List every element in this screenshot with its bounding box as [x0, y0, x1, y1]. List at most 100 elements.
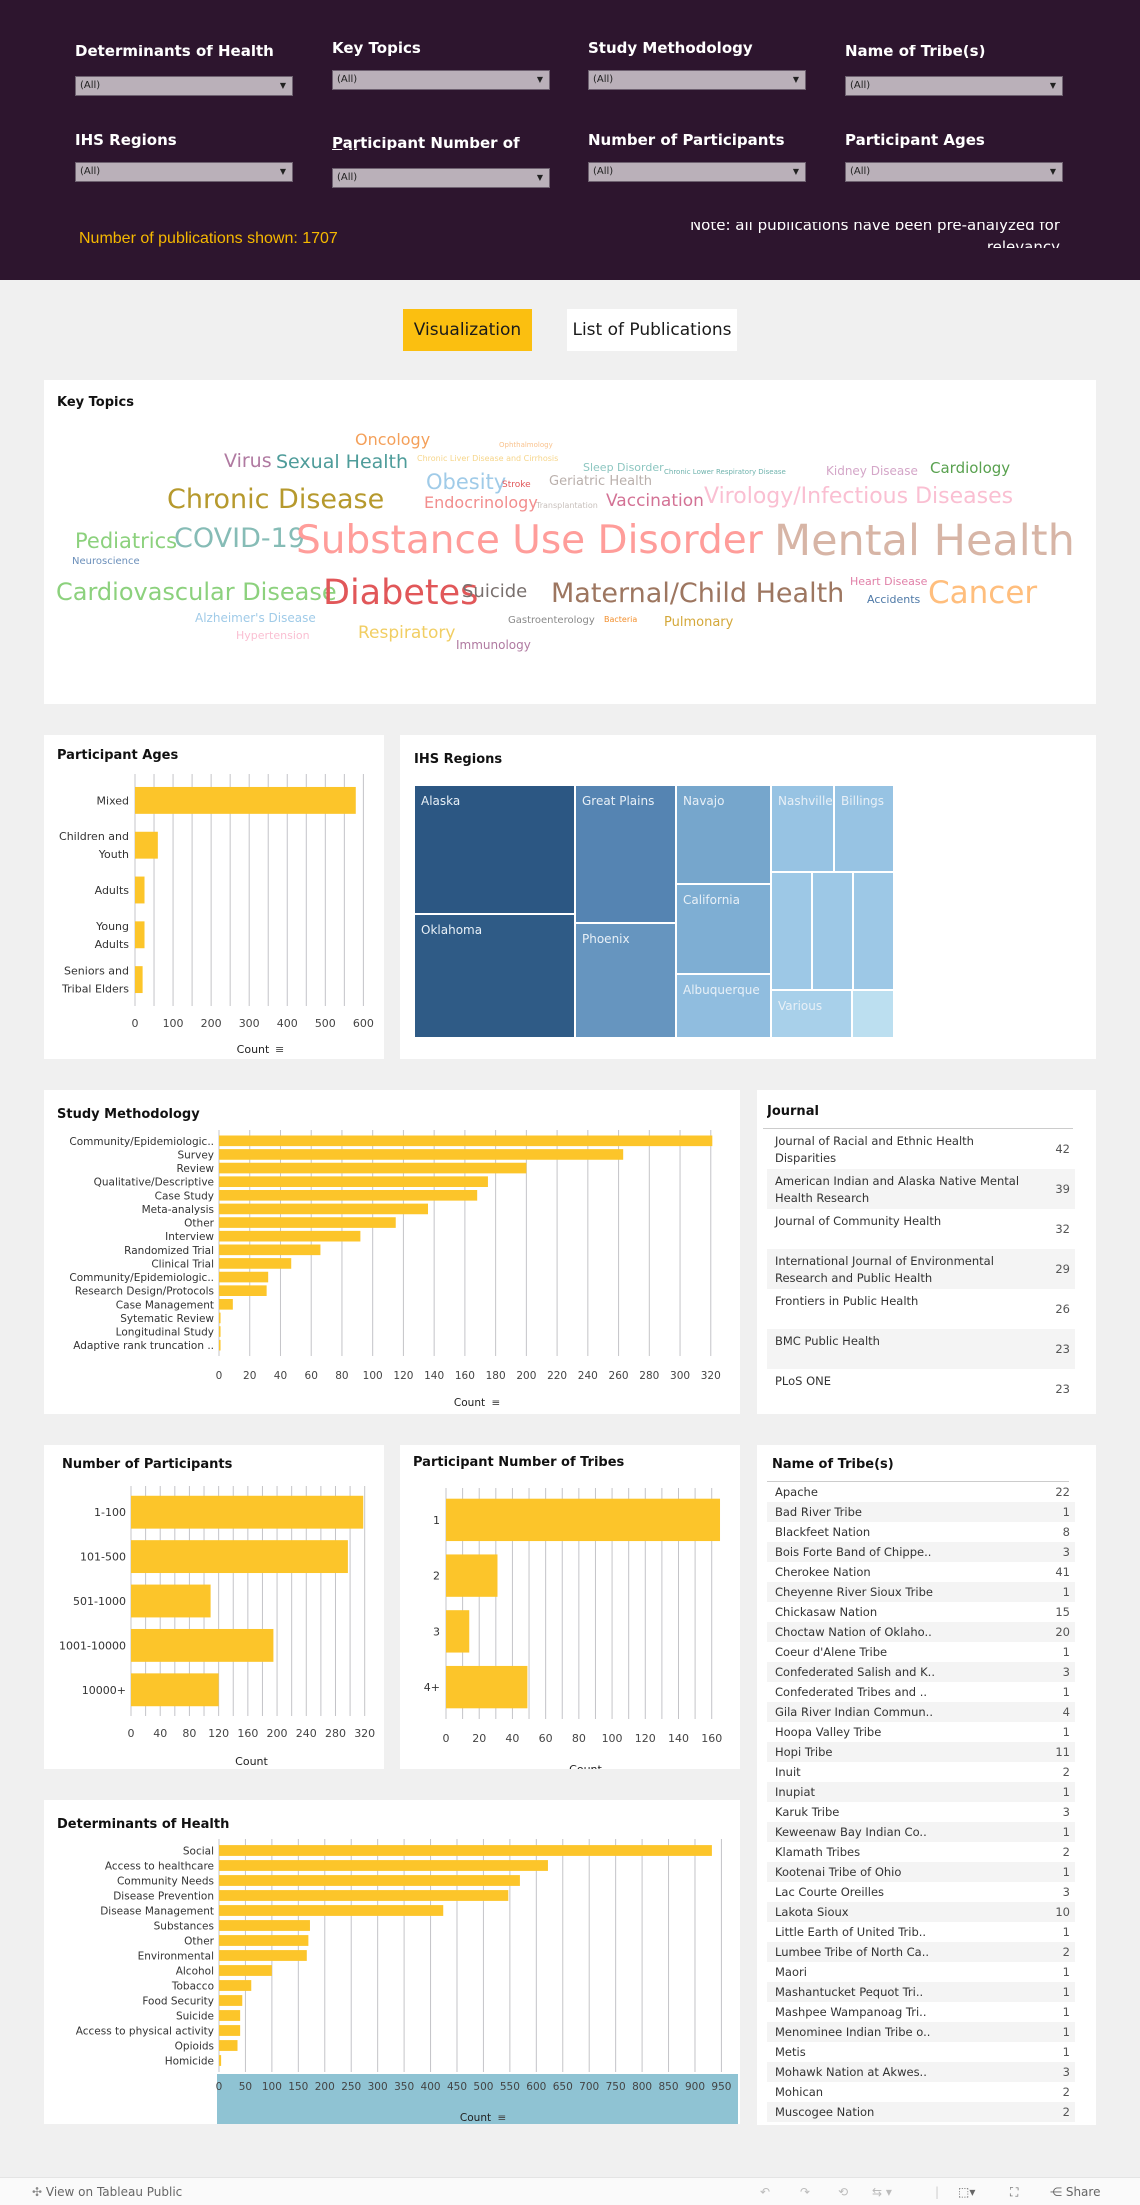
treemap-cell[interactable] — [813, 873, 854, 991]
key-topic-word[interactable]: Gastroenterology — [508, 616, 595, 626]
bar[interactable] — [135, 831, 158, 859]
key-topic-word[interactable]: Accidents — [867, 594, 920, 605]
key-topic-word[interactable]: Pediatrics — [75, 531, 177, 552]
journal-row[interactable]: Journal of Racial and Ethnic Health Disp… — [767, 1129, 1075, 1169]
ihs-regions-dropdown[interactable]: (All) ▼ — [75, 162, 293, 182]
bar[interactable] — [131, 1495, 364, 1529]
bar[interactable] — [446, 1610, 470, 1653]
tribe-row[interactable]: Confederated Tribes and .. 1 — [767, 1682, 1075, 1702]
key-topic-word[interactable]: Neuroscience — [72, 557, 140, 567]
bar[interactable] — [219, 1980, 252, 1991]
tribe-row[interactable]: Blackfeet Nation 8 — [767, 1522, 1075, 1542]
tribe-row[interactable]: Lakota Sioux 10 — [767, 1902, 1075, 1922]
key-topic-word[interactable]: Geriatric Health — [549, 475, 652, 488]
key-topic-word[interactable]: Mental Health — [774, 520, 1075, 563]
tribe-row[interactable]: Choctaw Nation of Oklaho.. 20 — [767, 1622, 1075, 1642]
key-topic-word[interactable]: Endocrinology — [424, 495, 538, 511]
bar[interactable] — [219, 1875, 520, 1886]
bar[interactable] — [219, 2055, 222, 2066]
bar[interactable] — [219, 1230, 361, 1242]
key-topic-word[interactable]: Cancer — [928, 578, 1037, 609]
treemap-cell[interactable]: Phoenix — [576, 924, 677, 1039]
journal-row[interactable]: BMC Public Health 23 — [767, 1329, 1075, 1369]
bar[interactable] — [219, 1176, 488, 1188]
treemap-cell[interactable]: California — [677, 885, 772, 975]
bar[interactable] — [219, 2025, 241, 2036]
share-button[interactable]: ⋲ Share — [1050, 2185, 1100, 2199]
undo-button[interactable]: ↶ — [760, 2185, 770, 2199]
bar[interactable] — [219, 1189, 478, 1201]
tribe-row[interactable]: Menominee Indian Tribe o.. 1 — [767, 2022, 1075, 2042]
bar[interactable] — [135, 921, 145, 949]
journal-row[interactable]: Frontiers in Public Health 26 — [767, 1289, 1075, 1329]
view-on-tableau-link[interactable]: ✣ View on Tableau Public — [32, 2185, 182, 2199]
treemap-cell[interactable] — [853, 991, 895, 1039]
download-button[interactable]: ⬚▾ — [958, 2185, 975, 2199]
treemap-cell[interactable]: Great Plains — [576, 786, 677, 924]
key-topic-word[interactable]: Sleep Disorder — [583, 462, 664, 473]
tribe-row[interactable]: Little Earth of United Trib.. 1 — [767, 1922, 1075, 1942]
number-of-tribes-dropdown[interactable]: (All) ▼ — [332, 168, 550, 188]
bar[interactable] — [219, 1162, 527, 1174]
bar[interactable] — [219, 1217, 396, 1228]
bar[interactable] — [131, 1540, 348, 1574]
bar[interactable] — [219, 1326, 221, 1337]
tribes-dropdown[interactable]: (All) ▼ — [845, 76, 1063, 96]
key-topic-word[interactable]: Stroke — [502, 481, 531, 490]
key-topics-dropdown[interactable]: (All) ▼ — [332, 70, 550, 90]
study-methodology-dropdown[interactable]: (All) ▼ — [588, 70, 806, 90]
tribe-row[interactable]: Hopi Tribe 11 — [767, 1742, 1075, 1762]
key-topic-word[interactable]: Ophthalmology — [499, 442, 553, 449]
bar[interactable] — [446, 1498, 721, 1542]
bar[interactable] — [219, 1905, 444, 1916]
key-topic-word[interactable]: Chronic Disease — [167, 486, 384, 513]
sort-icon[interactable]: ≡ — [492, 1397, 501, 1409]
key-topic-word[interactable]: COVID-19 — [174, 525, 305, 552]
bar[interactable] — [219, 1860, 548, 1871]
tribe-row[interactable]: Apache 22 — [767, 1482, 1075, 1502]
tribe-row[interactable]: Chickasaw Nation 15 — [767, 1602, 1075, 1622]
treemap-cell[interactable]: Albuquerque — [677, 975, 772, 1039]
key-topic-word[interactable]: Alzheimer's Disease — [195, 612, 316, 624]
key-topic-word[interactable]: Immunology — [456, 639, 531, 651]
treemap-cell[interactable]: Alaska — [415, 786, 576, 915]
tribe-row[interactable]: Cheyenne River Sioux Tribe 1 — [767, 1582, 1075, 1602]
bar[interactable] — [219, 1890, 509, 1901]
participant-ages-dropdown[interactable]: (All) ▼ — [845, 162, 1063, 182]
tribe-row[interactable]: Inuit 2 — [767, 1762, 1075, 1782]
bar[interactable] — [219, 2040, 238, 2051]
key-topic-word[interactable]: Suicide — [462, 583, 527, 601]
key-topic-word[interactable]: Bacteria — [604, 616, 637, 624]
tribe-row[interactable]: Keweenaw Bay Indian Co.. 1 — [767, 1822, 1075, 1842]
bar[interactable] — [446, 1665, 528, 1709]
tribe-row[interactable]: Karuk Tribe 3 — [767, 1802, 1075, 1822]
key-topic-word[interactable]: Hypertension — [236, 630, 310, 641]
tribe-row[interactable]: Lac Courte Oreilles 3 — [767, 1882, 1075, 1902]
bar[interactable] — [219, 1285, 267, 1297]
revert-button[interactable]: ⟲ — [838, 2185, 848, 2199]
tribe-row[interactable]: Metis 1 — [767, 2042, 1075, 2062]
tab-visualization[interactable]: Visualization — [403, 309, 532, 351]
journal-row[interactable]: American Indian and Alaska Native Mental… — [767, 1169, 1075, 1209]
key-topic-word[interactable]: Obesity — [426, 472, 506, 493]
bar[interactable] — [219, 1298, 233, 1310]
bar[interactable] — [219, 1244, 321, 1256]
tribe-row[interactable]: Mohican 2 — [767, 2082, 1075, 2102]
treemap-cell[interactable] — [772, 873, 813, 991]
determinants-dropdown[interactable]: (All) ▼ — [75, 76, 293, 96]
number-of-participants-dropdown[interactable]: (All) ▼ — [588, 162, 806, 182]
bar[interactable] — [131, 1584, 211, 1618]
bar[interactable] — [219, 1135, 713, 1147]
treemap-cell[interactable]: Nashville — [772, 786, 835, 873]
treemap-cell[interactable]: Various — [772, 991, 853, 1039]
key-topic-word[interactable]: Pulmonary — [664, 616, 733, 629]
journal-row[interactable]: International Journal of Environmental R… — [767, 1249, 1075, 1289]
bar[interactable] — [219, 1965, 272, 1976]
bar[interactable] — [219, 1950, 307, 1961]
key-topic-word[interactable]: Sexual Health — [276, 453, 408, 472]
key-topic-word[interactable]: Heart Disease — [850, 576, 927, 587]
bar[interactable] — [219, 1203, 429, 1215]
tribe-row[interactable]: Hoopa Valley Tribe 1 — [767, 1722, 1075, 1742]
key-topic-word[interactable]: Oncology — [355, 432, 430, 448]
key-topic-word[interactable]: Chronic Liver Disease and Cirrhosis — [417, 455, 558, 463]
